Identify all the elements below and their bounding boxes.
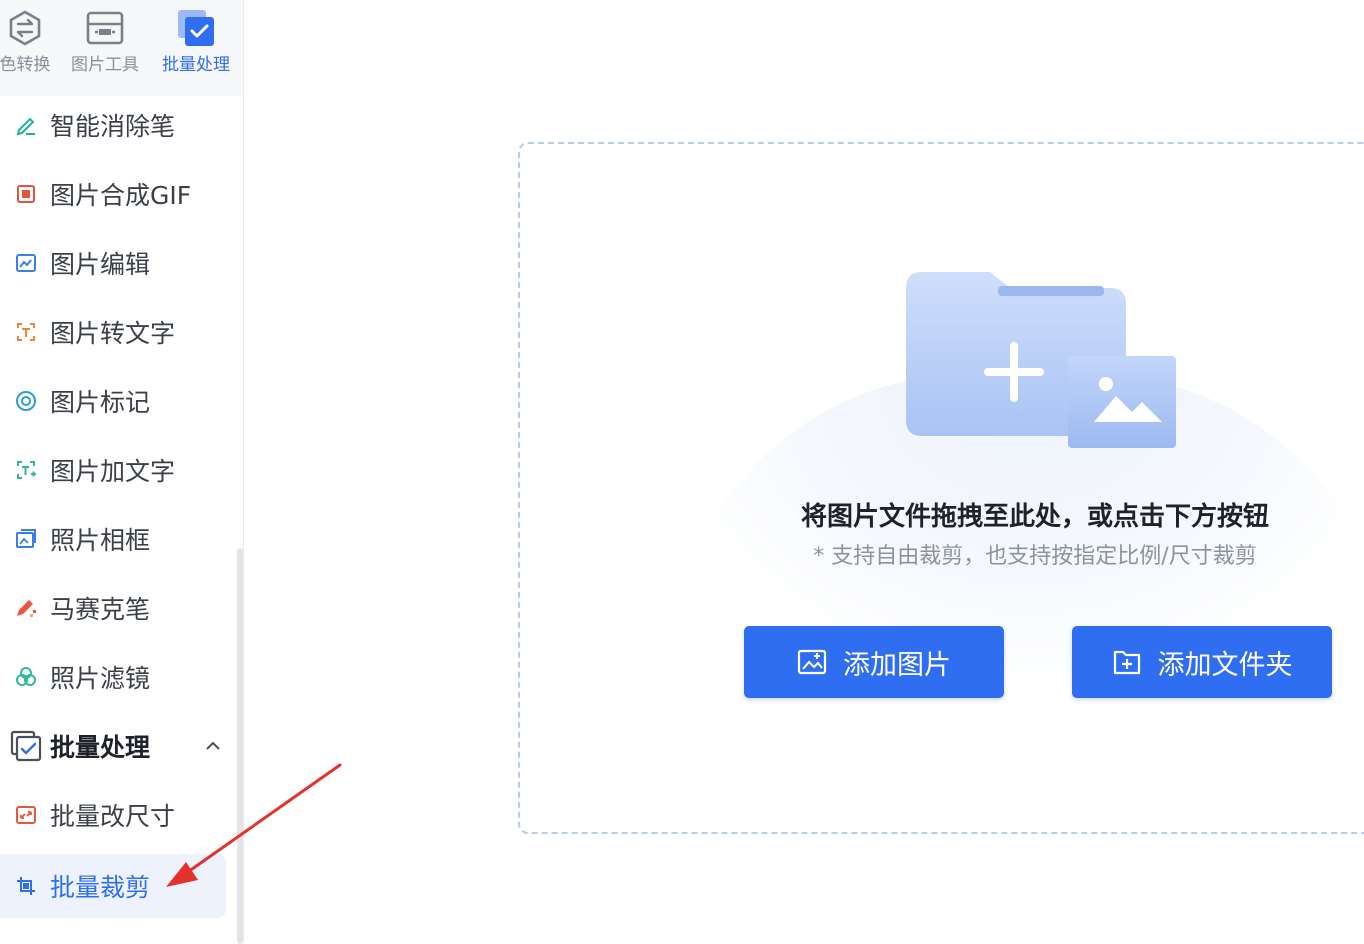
sidebar-item-label: 照片滤镜 bbox=[50, 664, 151, 693]
gif-icon bbox=[17, 185, 35, 203]
drop-zone-subline: * 支持自由裁剪，也支持按指定比例/尺寸裁剪 bbox=[813, 544, 1257, 569]
drop-zone[interactable]: 将图片文件拖拽至此处，或点击下方按钮 * 支持自由裁剪，也支持按指定比例/尺寸裁… bbox=[518, 142, 1364, 834]
sidebar-item-label: 图片标记 bbox=[50, 388, 151, 417]
tab-batch-process-label: 批量处理 bbox=[162, 55, 230, 75]
sidebar-item-photo-filter[interactable]: 照片滤镜 bbox=[0, 647, 226, 707]
tab-batch-process[interactable]: 批量处理 bbox=[151, 0, 241, 96]
drop-zone-headline: 将图片文件拖拽至此处，或点击下方按钮 bbox=[800, 502, 1269, 532]
sidebar-item-mosaic-pen[interactable]: 马赛克笔 bbox=[0, 578, 226, 638]
color-convert-icon bbox=[9, 10, 41, 46]
sidebar-item-smart-eraser[interactable]: 智能消除笔 bbox=[0, 95, 226, 155]
add-image-button-label: 添加图片 bbox=[843, 649, 951, 681]
sidebar-item-label: 图片编辑 bbox=[50, 250, 151, 279]
batch-process-icon bbox=[178, 10, 214, 46]
sidebar-item-image-edit[interactable]: 图片编辑 bbox=[0, 233, 226, 293]
sidebar-item-photo-frame[interactable]: 照片相框 bbox=[0, 509, 226, 569]
sidebar-item-label: 图片合成GIF bbox=[50, 181, 192, 210]
tab-image-tools[interactable]: 图片工具 bbox=[60, 0, 150, 96]
sidebar-item-gif[interactable]: 图片合成GIF bbox=[0, 164, 226, 224]
image-tools-icon bbox=[86, 11, 124, 45]
ocr-icon bbox=[17, 323, 35, 341]
sidebar-item-batch-resize[interactable]: 批量改尺寸 bbox=[0, 785, 226, 845]
sidebar-scrollbar[interactable] bbox=[237, 548, 243, 944]
crop-icon bbox=[17, 877, 35, 895]
sidebar-item-label: 图片加文字 bbox=[50, 457, 176, 486]
add-text-icon bbox=[17, 461, 36, 479]
filter-icon bbox=[16, 667, 36, 686]
sidebar-item-label: 照片相框 bbox=[50, 526, 151, 555]
batch-process-icon bbox=[10, 730, 42, 762]
sidebar-item-ocr[interactable]: 图片转文字 bbox=[0, 302, 226, 362]
add-image-button[interactable]: 添加图片 bbox=[744, 626, 1004, 698]
add-folder-icon bbox=[1113, 650, 1140, 675]
sidebar-item-label: 批量裁剪 bbox=[50, 873, 151, 902]
sidebar-item-image-mark[interactable]: 图片标记 bbox=[0, 371, 226, 431]
sidebar-group-label: 批量处理 bbox=[50, 733, 151, 762]
add-image-icon bbox=[797, 649, 827, 675]
add-folder-button-label: 添加文件夹 bbox=[1157, 649, 1293, 681]
top-nav: 色转换 图片工具 批量处理 bbox=[0, 0, 243, 96]
pen-icon bbox=[16, 117, 35, 136]
target-icon bbox=[16, 391, 36, 411]
sidebar-item-label: 图片转文字 bbox=[50, 319, 176, 348]
chevron-up-icon[interactable] bbox=[204, 740, 222, 752]
tab-image-tools-label: 图片工具 bbox=[71, 55, 139, 75]
folder-image-illustration bbox=[906, 272, 1176, 448]
add-folder-button[interactable]: 添加文件夹 bbox=[1072, 626, 1332, 698]
sidebar-item-label: 批量改尺寸 bbox=[50, 802, 176, 831]
sidebar-group-batch-process[interactable]: 批量处理 bbox=[0, 716, 226, 776]
sidebar-item-add-text[interactable]: 图片加文字 bbox=[0, 440, 226, 500]
mosaic-pen-icon bbox=[17, 600, 36, 617]
sidebar-item-label: 马赛克笔 bbox=[50, 595, 151, 624]
frame-icon bbox=[16, 529, 36, 548]
resize-icon bbox=[16, 806, 36, 824]
sidebar-item-label: 智能消除笔 bbox=[50, 112, 176, 141]
sidebar: 色转换 图片工具 批量处理 智能消除笔 图片合成GIF 图片编辑 图片转文字 图… bbox=[0, 0, 244, 944]
sidebar-item-batch-crop[interactable]: 批量裁剪 bbox=[0, 854, 226, 918]
image-edit-icon bbox=[16, 254, 36, 272]
